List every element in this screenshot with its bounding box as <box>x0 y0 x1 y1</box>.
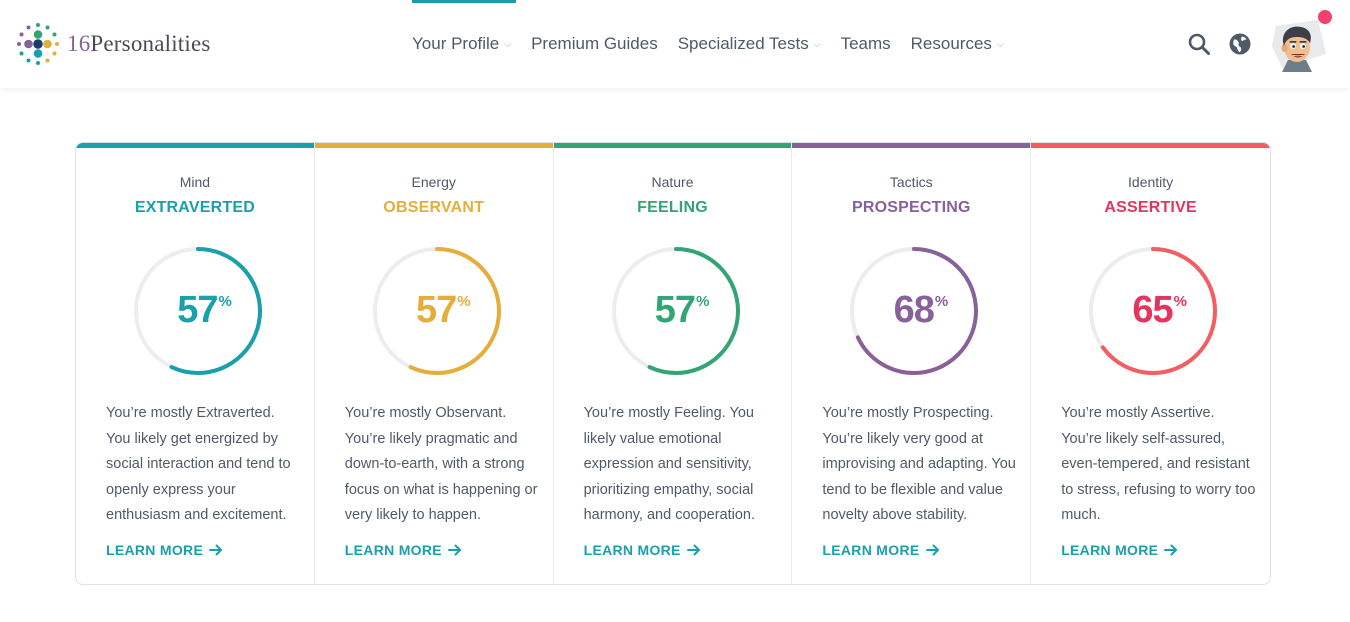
trait-percentage: 57% <box>132 289 264 332</box>
trait-percentage: 68% <box>848 289 980 332</box>
learn-more-label: LEARN MORE <box>822 542 920 558</box>
trait-card-identity: Identity ASSERTIVE 65% You’re mostly Ass… <box>1031 143 1270 584</box>
percent-sign: % <box>1173 293 1187 310</box>
learn-more-label: LEARN MORE <box>1061 542 1159 558</box>
chevron-down-icon: ⌵ <box>813 38 821 49</box>
trait-category: Energy <box>411 174 456 190</box>
trait-type: PROSPECTING <box>851 199 971 216</box>
learn-more-link[interactable]: LEARN MORE <box>1061 542 1178 558</box>
notification-dot <box>1318 10 1332 24</box>
trait-percentage: 65% <box>1087 289 1219 332</box>
percent-sign: % <box>218 293 231 310</box>
trait-type: EXTRAVERTED <box>134 199 255 216</box>
learn-more-label: LEARN MORE <box>344 542 442 558</box>
trait-percentage-value: 65 <box>1132 289 1173 331</box>
arrow-right-icon <box>686 544 700 556</box>
main-nav: Your Profile ⌵ Premium Guides Specialized… <box>402 0 1014 88</box>
nav-item-teams[interactable]: Teams <box>831 0 901 88</box>
trait-percentage-value: 57 <box>177 289 218 331</box>
site-logo[interactable]: 16Personalities <box>16 22 211 66</box>
globe-icon[interactable] <box>1227 31 1253 57</box>
logo-text: 16Personalities <box>67 31 211 56</box>
arrow-right-icon <box>925 544 939 556</box>
arrow-right-icon <box>1164 544 1178 556</box>
trait-percentage-value: 68 <box>893 289 935 331</box>
arrow-right-icon <box>447 544 461 556</box>
avatar[interactable] <box>1268 16 1328 72</box>
trait-category: Identity <box>1128 174 1174 190</box>
learn-more-label: LEARN MORE <box>583 542 681 558</box>
trait-type: FEELING <box>637 199 708 216</box>
trait-description: You’re mostly Extraverted. You likely ge… <box>106 405 291 523</box>
trait-category: Tactics <box>889 174 933 190</box>
trait-category: Nature <box>651 174 694 190</box>
user-avatar-icon <box>1272 20 1326 72</box>
learn-more-link[interactable]: LEARN MORE <box>584 542 701 558</box>
personality-traits: Mind EXTRAVERTED 57% You’re mostly Extra… <box>75 142 1271 585</box>
trait-description: You’re mostly Prospecting. You’re likely… <box>822 405 1016 523</box>
learn-more-link[interactable]: LEARN MORE <box>345 542 462 558</box>
trait-percentage-value: 57 <box>415 289 457 331</box>
arrow-right-icon <box>209 544 223 556</box>
trait-category: Mind <box>179 174 211 190</box>
trait-card-energy: Energy OBSERVANT 57% You’re mostly Obser… <box>314 143 554 584</box>
trait-card-tactics: Tactics PROSPECTING 68% You’re mostly Pr… <box>792 143 1032 584</box>
nav-item-specialized-tests[interactable]: Specialized Tests ⌵ <box>668 0 831 88</box>
trait-percentage: 57% <box>610 289 742 332</box>
nav-item-premium-guides[interactable]: Premium Guides <box>521 0 668 88</box>
nav-item-your-profile[interactable]: Your Profile ⌵ <box>402 0 521 88</box>
logo-icon <box>17 23 59 65</box>
learn-more-label: LEARN MORE <box>106 542 204 558</box>
trait-type: ASSERTIVE <box>1104 199 1197 216</box>
percent-sign: % <box>457 293 470 310</box>
trait-description: You’re mostly Observant. You’re likely p… <box>344 405 538 523</box>
trait-percentage-value: 57 <box>654 289 696 331</box>
search-icon[interactable] <box>1186 31 1212 57</box>
chevron-down-icon: ⌵ <box>996 38 1004 49</box>
trait-type: OBSERVANT <box>383 199 485 216</box>
trait-color-bar <box>1031 143 1270 148</box>
trait-color-bar <box>553 143 792 148</box>
trait-card-mind: Mind EXTRAVERTED 57% You’re mostly Extra… <box>76 143 315 584</box>
trait-percentage: 57% <box>371 289 503 332</box>
learn-more-link[interactable]: LEARN MORE <box>106 542 223 558</box>
percent-sign: % <box>934 293 948 310</box>
trait-color-bar <box>314 143 553 148</box>
trait-card-nature: Nature FEELING 57% You’re mostly Feeling… <box>553 143 793 584</box>
trait-color-bar <box>76 143 314 148</box>
learn-more-link[interactable]: LEARN MORE <box>822 542 939 558</box>
trait-description: You’re mostly Feeling. You likely value … <box>583 405 756 523</box>
trait-color-bar <box>792 143 1031 148</box>
trait-description: You’re mostly Assertive. You’re likely s… <box>1061 405 1256 523</box>
chevron-down-icon: ⌵ <box>504 38 512 49</box>
percent-sign: % <box>696 293 709 310</box>
site-header: 16Personalities Your Profile ⌵ Premium Gu… <box>0 0 1350 88</box>
nav-item-resources[interactable]: Resources ⌵ <box>901 0 1014 88</box>
